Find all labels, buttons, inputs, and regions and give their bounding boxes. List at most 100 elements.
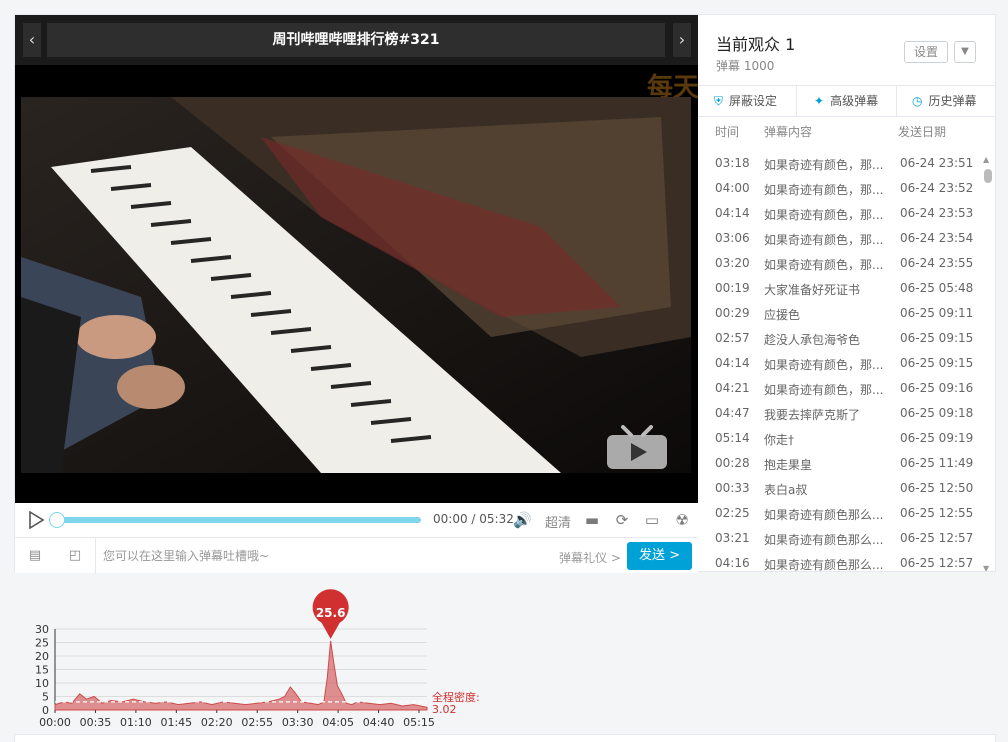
list-item-time: 04:47 — [715, 406, 750, 420]
list-item-time: 03:21 — [715, 531, 750, 545]
scroll-up-icon[interactable]: ▲ — [983, 155, 989, 164]
tab-block-settings[interactable]: ⛨ 屏蔽设定 — [714, 86, 777, 116]
divider — [95, 538, 96, 574]
x-tick-label: 02:55 — [241, 716, 273, 729]
y-tick-label: 20 — [35, 650, 49, 663]
list-item-time: 04:00 — [715, 181, 750, 195]
list-item[interactable]: 03:06 如果奇迹有颜色，那... 06-24 23:54 — [698, 226, 984, 251]
danmaku-etiquette-link[interactable]: 弹幕礼仪 > — [559, 549, 621, 566]
prev-video-button[interactable]: ‹ — [23, 23, 41, 57]
tab-label: 高级弹幕 — [830, 94, 879, 108]
bilibili-tv-icon — [607, 425, 667, 469]
danmaku-input[interactable] — [103, 544, 543, 568]
list-item-text: 如果奇迹有颜色，那... — [764, 233, 884, 247]
scroll-thumb[interactable] — [984, 169, 992, 183]
shield-icon: ⛨ — [714, 94, 724, 108]
list-item[interactable]: 02:57 趁没人承包海爷色 06-25 09:15 — [698, 326, 984, 351]
tv-mode-icon[interactable]: ▭ — [643, 511, 661, 529]
chevron-down-icon[interactable]: ▼ — [954, 41, 976, 63]
divider — [896, 86, 897, 116]
viewer-count: 当前观众 1 — [716, 35, 796, 54]
list-item-time: 04:16 — [715, 556, 750, 570]
danmaku-sidebar: 当前观众 1 弹幕 1000 设置 ▼ ⛨ 屏蔽设定 ✦ 高级弹幕 ◷ 历史弹幕 时间… — [698, 14, 996, 572]
list-item-time: 03:18 — [715, 156, 750, 170]
list-item[interactable]: 04:14 如果奇迹有颜色，那... 06-24 23:53 — [698, 201, 984, 226]
fullscreen-icon[interactable]: ☢ — [673, 511, 691, 529]
list-item-text: 如果奇迹有颜色，那... — [764, 183, 884, 197]
danmaku-mode-icon[interactable]: ◰ — [67, 548, 83, 564]
bottom-panel — [14, 734, 996, 742]
list-item[interactable]: 00:33 表白a叔 06-25 12:50 — [698, 476, 984, 501]
list-item-date: 06-25 09:11 — [900, 306, 974, 320]
settings-button[interactable]: 设置 — [904, 41, 948, 63]
list-item-text: 表白a叔 — [764, 483, 808, 497]
list-item[interactable]: 04:21 如果奇迹有颜色，那... 06-25 09:16 — [698, 376, 984, 401]
list-item[interactable]: 04:47 我要去摔萨克斯了 06-25 09:18 — [698, 401, 984, 426]
list-item[interactable]: 03:20 如果奇迹有颜色，那... 06-24 23:55 — [698, 251, 984, 276]
volume-icon[interactable]: 🔊 — [513, 511, 532, 529]
list-item-time: 04:14 — [715, 206, 750, 220]
divider — [796, 86, 797, 116]
list-item-date: 06-25 09:16 — [900, 381, 974, 395]
quality-select[interactable]: 超清 — [545, 512, 571, 531]
sidebar-tabs: ⛨ 屏蔽设定 ✦ 高级弹幕 ◷ 历史弹幕 — [698, 85, 995, 117]
list-item-date: 06-24 23:55 — [900, 256, 974, 270]
video-frame — [21, 97, 691, 473]
column-header-date[interactable]: 发送日期 — [898, 123, 946, 140]
list-item-time: 02:57 — [715, 331, 750, 345]
next-video-button[interactable]: › — [673, 23, 691, 57]
sparkle-icon: ✦ — [814, 94, 825, 108]
list-item-date: 06-25 09:19 — [900, 431, 974, 445]
list-item[interactable]: 00:19 大家准备好死证书 06-25 05:48 — [698, 276, 984, 301]
list-item-text: 你走† — [764, 433, 795, 447]
list-item[interactable]: 03:21 如果奇迹有颜色那么... 06-25 12:57 — [698, 526, 984, 551]
y-tick-label: 15 — [35, 664, 49, 677]
list-item[interactable]: 02:25 如果奇迹有颜色那么... 06-25 12:55 — [698, 501, 984, 526]
danmaku-list: 03:18 如果奇迹有颜色，那... 06-24 23:51 04:00 如果奇迹有颜色… — [698, 151, 984, 572]
column-header-content[interactable]: 弹幕内容 — [764, 123, 812, 140]
tab-history-danmaku[interactable]: ◷ 历史弹幕 — [912, 86, 977, 116]
progress-knob[interactable] — [49, 512, 65, 528]
list-item-text: 如果奇迹有颜色那么... — [764, 558, 884, 572]
list-item-text: 抱走果皇 — [764, 458, 813, 472]
list-item-text: 如果奇迹有颜色，那... — [764, 208, 884, 222]
list-item[interactable]: 04:00 如果奇迹有颜色，那... 06-24 23:52 — [698, 176, 984, 201]
danmaku-density-chart: 05101520253000:00 00:35 01:10 01:45 02:20 02:… — [35, 589, 480, 729]
y-tick-label: 10 — [35, 677, 49, 690]
list-item[interactable]: 03:18 如果奇迹有颜色，那... 06-24 23:51 — [698, 151, 984, 176]
tab-advanced-danmaku[interactable]: ✦ 高级弹幕 — [814, 86, 878, 116]
scrollbar[interactable]: ▲ ▼ — [982, 155, 992, 571]
danmaku-send-bar: ▤ ◰ 弹幕礼仪 > 发送 > — [15, 537, 699, 574]
column-header-time[interactable]: 时间 — [715, 123, 739, 140]
list-item-date: 06-25 12:55 — [900, 506, 974, 520]
progress-bar[interactable] — [49, 512, 421, 528]
x-tick-label: 01:45 — [160, 716, 192, 729]
list-item-date: 06-25 09:15 — [900, 356, 974, 370]
video-title: 周刊哔哩哔哩排行榜#321 — [47, 23, 665, 57]
control-bar: 00:00 / 05:32 🔊 超清 ▬ ⟳ ▭ ☢ — [15, 503, 699, 537]
danmaku-toggle-icon[interactable]: ▬ — [583, 511, 601, 529]
tab-label: 屏蔽设定 — [729, 94, 778, 108]
list-item[interactable]: 00:28 抱走果皇 06-25 11:49 — [698, 451, 984, 476]
list-item-time: 04:14 — [715, 356, 750, 370]
list-item[interactable]: 00:29 应援色 06-25 09:11 — [698, 301, 984, 326]
list-item-time: 00:19 — [715, 281, 750, 295]
average-value: 3.02 — [432, 703, 457, 716]
list-item-time: 00:29 — [715, 306, 750, 320]
video-area[interactable]: ‹ 周刊哔哩哔哩排行榜#321 › 每天 — [15, 15, 699, 503]
tab-label: 历史弹幕 — [928, 94, 977, 108]
list-item-date: 06-25 12:57 — [900, 556, 974, 570]
scroll-down-icon[interactable]: ▼ — [983, 564, 989, 571]
list-item-time: 02:25 — [715, 506, 750, 520]
play-icon[interactable] — [27, 511, 45, 529]
loop-icon[interactable]: ⟳ — [613, 511, 631, 529]
list-item[interactable]: 04:14 如果奇迹有颜色，那... 06-25 09:15 — [698, 351, 984, 376]
list-item[interactable]: 04:16 如果奇迹有颜色那么... 06-25 12:57 — [698, 551, 984, 572]
send-button[interactable]: 发送 > — [627, 542, 692, 570]
list-item-text: 如果奇迹有颜色那么... — [764, 533, 884, 547]
list-item-time: 03:06 — [715, 231, 750, 245]
y-tick-label: 5 — [42, 691, 49, 704]
danmaku-style-icon[interactable]: ▤ — [27, 548, 43, 564]
list-item-text: 大家准备好死证书 — [764, 283, 861, 297]
list-item[interactable]: 05:14 你走† 06-25 09:19 — [698, 426, 984, 451]
